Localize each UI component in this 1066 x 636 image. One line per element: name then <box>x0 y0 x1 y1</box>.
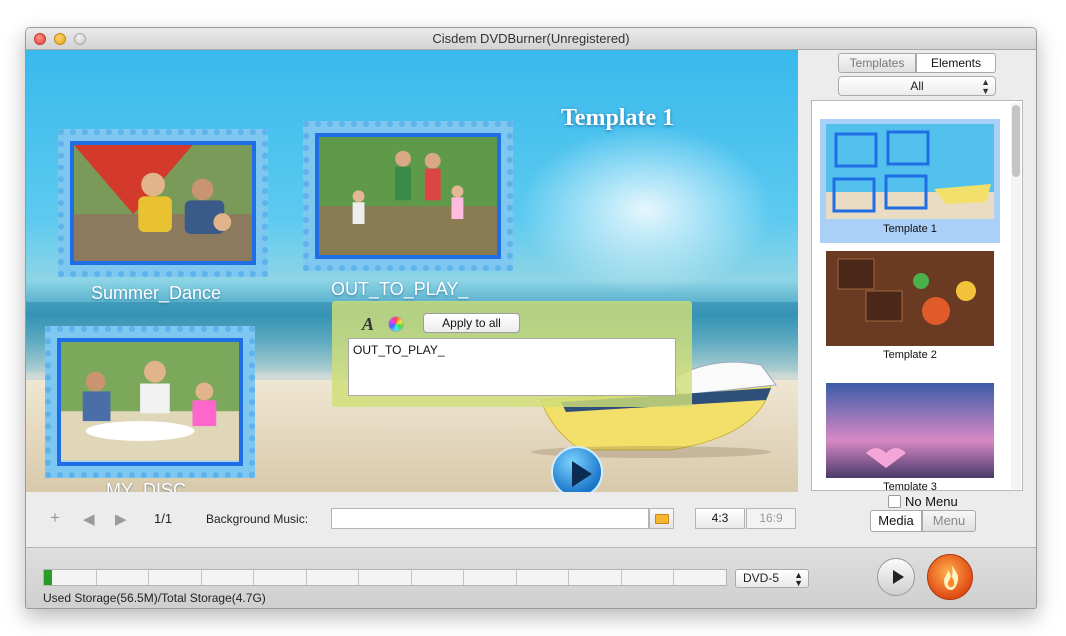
zoom-window-button[interactable] <box>74 33 86 45</box>
menu-preview-canvas[interactable]: Template 1 Summer_Dance OUT_TO_PLAY_ MY_… <box>26 50 798 492</box>
photo-stamp-2[interactable] <box>303 121 513 271</box>
flame-icon <box>944 564 959 590</box>
color-wheel-icon[interactable] <box>388 316 404 332</box>
photo-frame <box>57 338 243 466</box>
storage-label: Used Storage(56.5M)/Total Storage(4.7G) <box>43 591 266 605</box>
tab-media[interactable]: Media <box>870 510 922 532</box>
template-item-2[interactable]: Template 2 <box>820 251 1000 375</box>
stamp-label-3[interactable]: MY_DISC <box>106 480 186 492</box>
apply-to-all-button[interactable]: Apply to all <box>423 313 520 333</box>
template-item-1[interactable]: Template 1 <box>820 119 1000 243</box>
disc-type-select[interactable]: DVD-5 ▲ ▼ <box>735 569 809 588</box>
text-editor-popup: A Apply to all OUT_TO_PLAY_ <box>332 301 692 407</box>
title-bar: Cisdem DVDBurner(Unregistered) <box>26 28 1036 50</box>
tab-menu[interactable]: Menu <box>922 510 976 532</box>
burn-button[interactable] <box>927 554 973 600</box>
stamp-label-1[interactable]: Summer_Dance <box>91 283 221 304</box>
family-running-photo <box>319 137 497 255</box>
photo-stamp-1[interactable] <box>58 129 268 277</box>
template-filter-select[interactable]: All ▲ ▼ <box>838 76 996 96</box>
template-1-thumbnail <box>826 124 994 219</box>
template-item-3[interactable]: Template 3 <box>820 383 1000 491</box>
template-3-name: Template 3 <box>883 481 937 491</box>
template-list: Template 1 Template 2 Template 3 <box>811 100 1023 491</box>
tab-elements[interactable]: Elements <box>916 53 996 73</box>
tab-templates[interactable]: Templates <box>838 53 916 73</box>
previous-page-icon[interactable]: ◀ <box>83 510 95 528</box>
canvas-controls: + ◀ ▶ 1/1 Background Music: 4:3 16:9 <box>26 506 798 532</box>
aspect-4-3-button[interactable]: 4:3 <box>695 508 745 529</box>
background-music-input[interactable] <box>331 508 649 529</box>
preview-play-button[interactable] <box>877 558 915 596</box>
storage-used-fill <box>44 570 53 585</box>
updown-arrows-icon: ▲ ▼ <box>981 77 990 96</box>
play-icon <box>572 461 592 487</box>
font-icon[interactable]: A <box>362 314 374 335</box>
next-page-icon[interactable]: ▶ <box>115 510 127 528</box>
title-text-field[interactable]: OUT_TO_PLAY_ <box>348 338 676 396</box>
template-2-name: Template 2 <box>883 349 937 361</box>
photo-stamp-3[interactable] <box>45 326 255 478</box>
no-menu-checkbox[interactable]: No Menu <box>888 494 958 509</box>
page-indicator: 1/1 <box>154 511 173 526</box>
background-music-label: Background Music: <box>206 512 309 526</box>
disc-type-value: DVD-5 <box>743 571 780 585</box>
template-1-name: Template 1 <box>883 223 937 235</box>
minimize-window-button[interactable] <box>54 33 66 45</box>
template-list-scrollbar[interactable] <box>1011 103 1021 489</box>
stamp-label-2[interactable]: OUT_TO_PLAY_ <box>331 279 468 300</box>
bottom-bar: Used Storage(56.5M)/Total Storage(4.7G) … <box>26 547 1036 608</box>
template-3-thumbnail <box>826 383 994 478</box>
app-window: Cisdem DVDBurner(Unregistered) Template … <box>25 27 1037 609</box>
scroll-thumb[interactable] <box>1012 105 1020 177</box>
photo-frame <box>315 133 501 259</box>
aspect-16-9-button[interactable]: 16:9 <box>746 508 796 529</box>
family-tent-photo <box>74 145 252 261</box>
filter-value: All <box>910 79 924 93</box>
updown-arrows-icon: ▲ ▼ <box>794 570 803 588</box>
family-picnic-photo <box>61 342 239 461</box>
browse-music-button[interactable] <box>649 508 674 529</box>
no-menu-label: No Menu <box>905 494 958 509</box>
storage-meter <box>43 569 727 586</box>
add-icon[interactable]: + <box>50 508 60 528</box>
menu-play-button[interactable] <box>551 446 603 492</box>
template-title[interactable]: Template 1 <box>561 105 674 132</box>
template-2-thumbnail <box>826 251 994 346</box>
folder-icon <box>655 514 669 524</box>
play-icon <box>893 570 904 584</box>
close-window-button[interactable] <box>34 33 46 45</box>
checkbox-icon[interactable] <box>888 495 901 508</box>
window-title: Cisdem DVDBurner(Unregistered) <box>432 31 630 46</box>
photo-frame <box>70 141 256 265</box>
